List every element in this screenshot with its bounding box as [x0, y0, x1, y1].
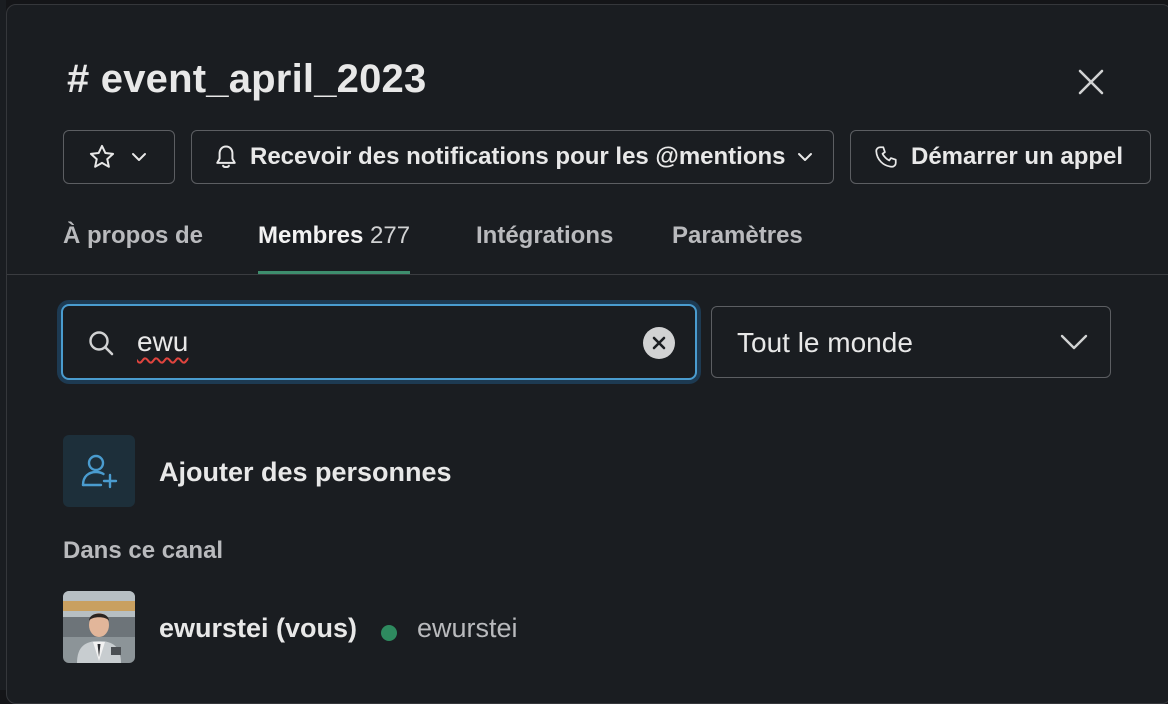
member-filter-select[interactable]: Tout le monde	[711, 306, 1111, 378]
avatar	[63, 591, 135, 663]
channel-hash: #	[67, 57, 90, 101]
member-row[interactable]: ewurstei (vous) ewurstei	[63, 591, 863, 663]
tab-members-label: Membres	[258, 222, 364, 249]
channel-name: event_april_2023	[100, 57, 427, 101]
tab-members[interactable]: Membres 277	[258, 222, 411, 274]
chevron-down-icon	[1060, 334, 1088, 350]
clear-icon	[652, 336, 666, 350]
start-call-button[interactable]: Démarrer un appel	[850, 130, 1151, 184]
chevron-down-icon	[132, 153, 146, 161]
notifications-button[interactable]: Recevoir des notifications pour les @men…	[191, 130, 834, 184]
section-label-in-channel: Dans ce canal	[63, 537, 224, 564]
close-icon	[1078, 69, 1104, 95]
status-active-dot	[381, 625, 397, 641]
filter-selected-value: Tout le monde	[737, 327, 913, 358]
clear-search-button[interactable]	[643, 327, 675, 359]
close-button[interactable]	[1071, 62, 1111, 102]
add-user-icon	[81, 454, 118, 489]
add-people-row[interactable]: Ajouter des personnes	[63, 435, 863, 507]
tab-about-label: À propos de	[63, 222, 204, 249]
members-count: 277	[370, 222, 411, 249]
notifications-label: Recevoir des notifications pour les @men…	[250, 143, 786, 170]
chevron-down-icon	[797, 153, 812, 161]
tab-about[interactable]: À propos de	[63, 222, 203, 274]
tab-integrations-label: Intégrations	[476, 222, 614, 249]
add-people-tile[interactable]	[63, 435, 135, 507]
star-icon	[89, 144, 115, 168]
tab-settings-label: Paramètres	[672, 222, 803, 249]
bell-icon	[216, 145, 236, 169]
member-search-input[interactable]: ewu	[61, 304, 697, 380]
member-handle: ewurstei	[417, 613, 518, 643]
tab-integrations[interactable]: Intégrations	[476, 222, 613, 274]
tab-bar: À propos de Membres 277 Intégrations Par…	[7, 210, 1168, 275]
add-people-label: Ajouter des personnes	[159, 457, 452, 487]
member-name[interactable]: ewurstei (vous)	[159, 613, 357, 644]
channel-title: # event_april_2023	[67, 53, 426, 105]
search-value[interactable]: ewu	[137, 326, 188, 358]
star-button[interactable]	[63, 130, 175, 184]
tab-settings[interactable]: Paramètres	[672, 222, 803, 274]
start-call-label: Démarrer un appel	[911, 143, 1124, 170]
search-icon	[89, 331, 114, 356]
phone-icon	[875, 146, 897, 168]
avatar-photo	[63, 591, 135, 663]
channel-details-modal: # event_april_2023 Recevoir des notifica…	[6, 4, 1168, 704]
